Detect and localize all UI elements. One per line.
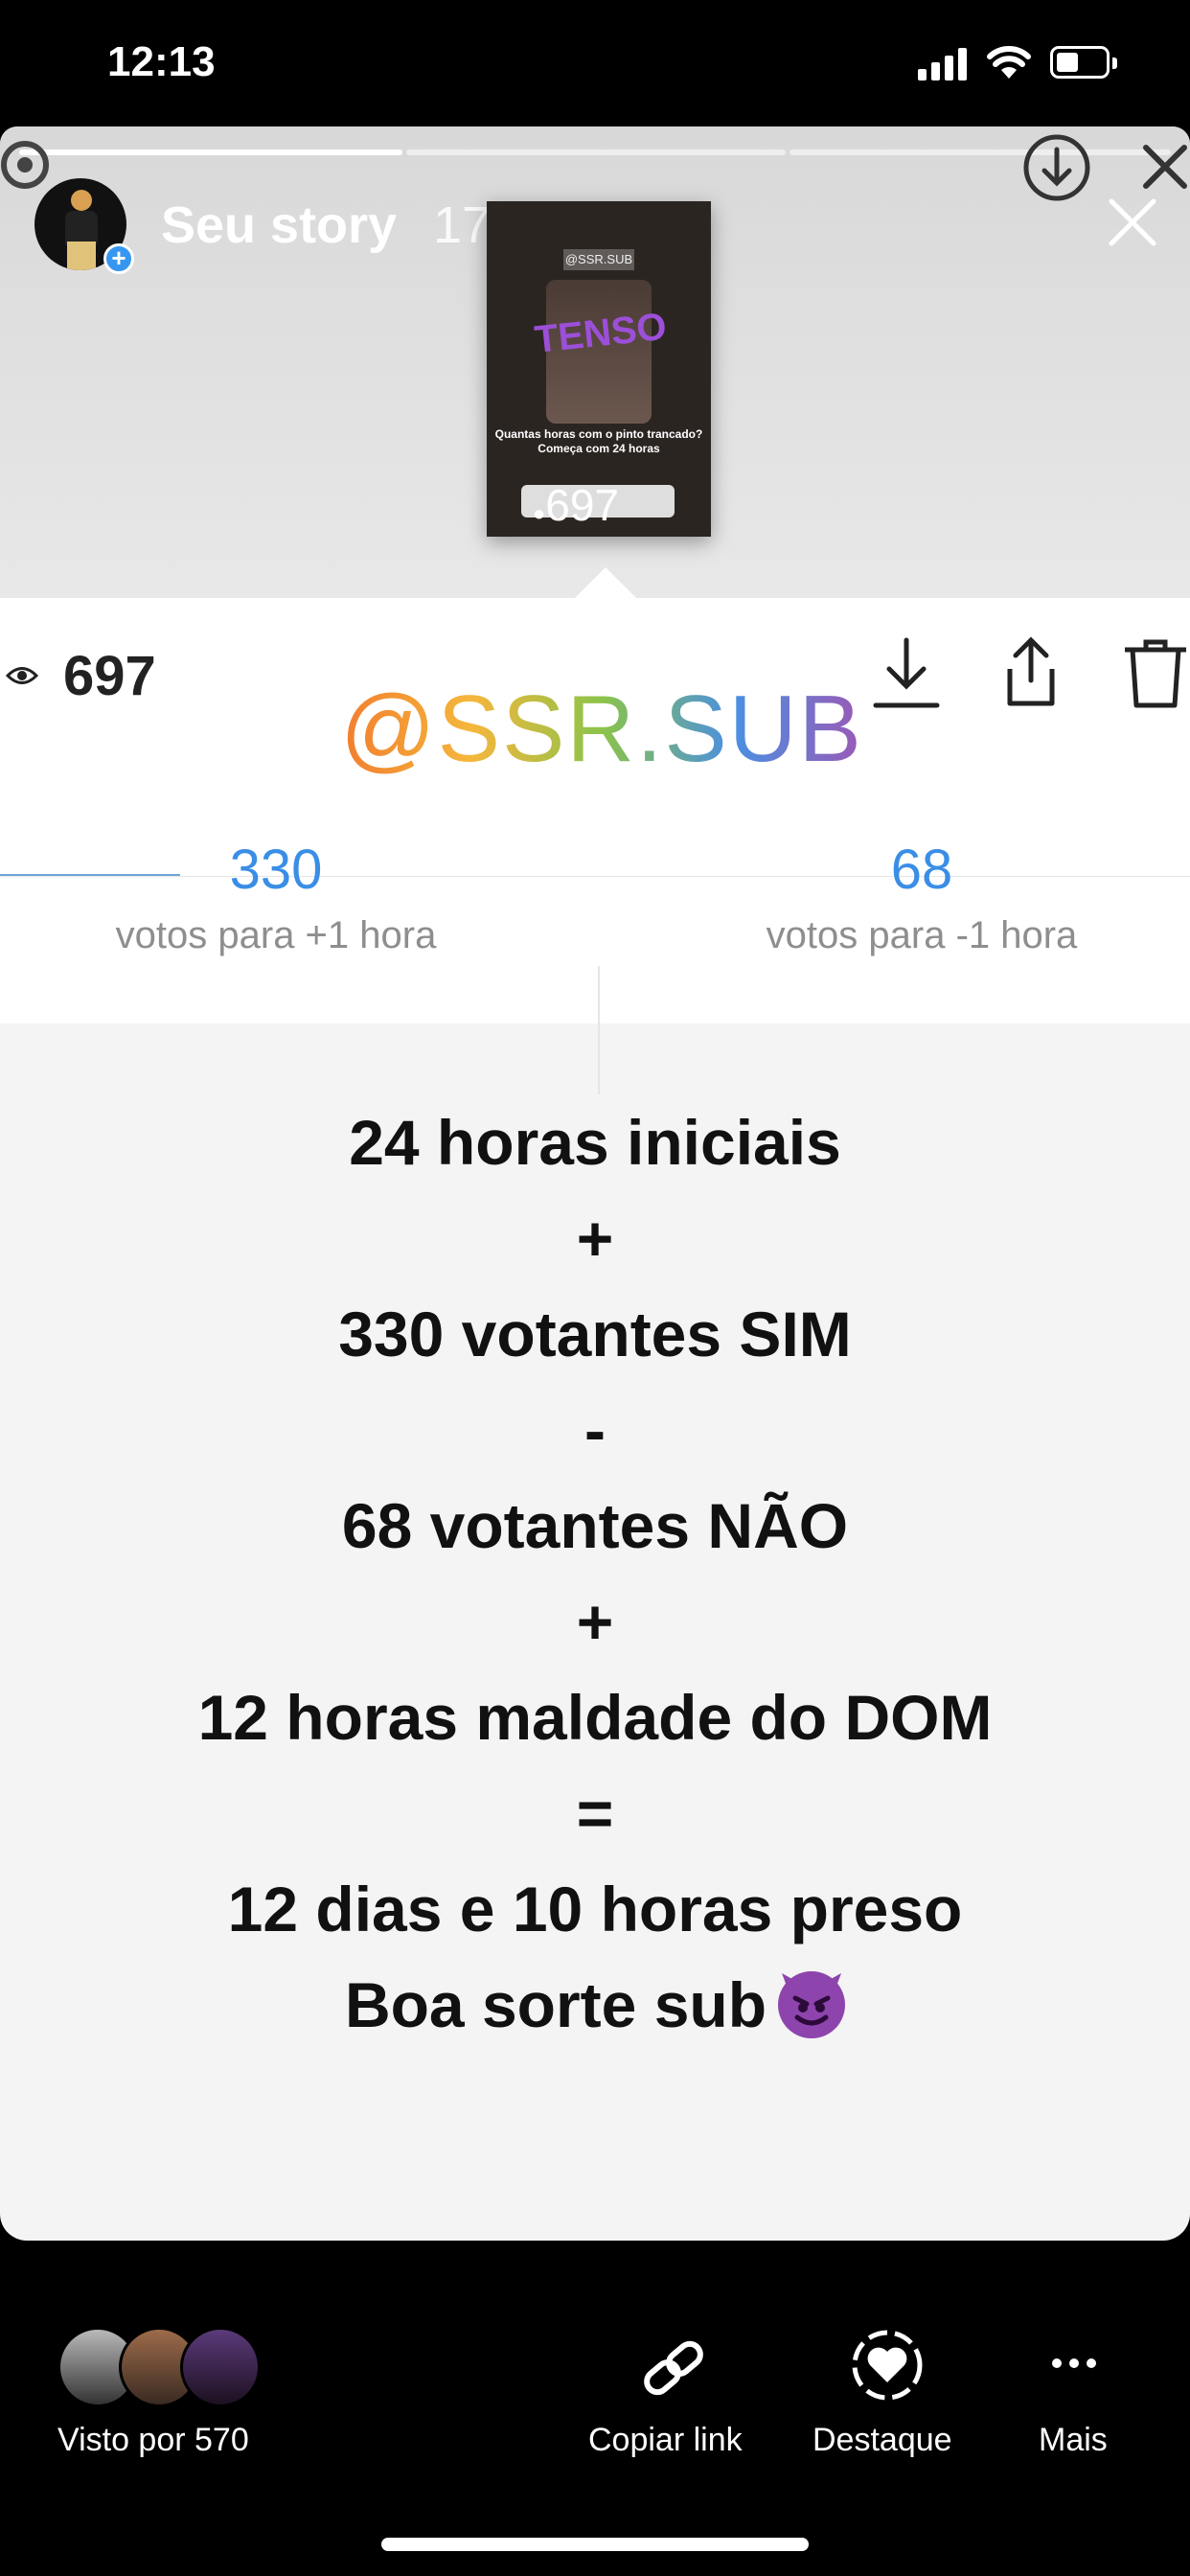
copy-link-button[interactable]: Copiar link	[588, 2422, 743, 2459]
story-text-line: 12 dias e 10 horas preso	[227, 1874, 963, 1944]
story-text-line: Boa sorte sub	[344, 1969, 767, 2040]
story-progress-bar-2	[406, 150, 786, 155]
poll-option-1-label: votos para +1 hora	[115, 914, 437, 956]
poll-option-1-count: 330	[229, 839, 323, 901]
save-icon[interactable]	[1021, 132, 1092, 203]
highlight-icon[interactable]	[849, 2327, 926, 2404]
story-text-line: +	[576, 1586, 614, 1657]
seen-by-button[interactable]: Visto por 570	[57, 2422, 249, 2459]
poll-divider	[598, 966, 600, 1094]
more-button[interactable]: Mais	[1039, 2422, 1108, 2459]
story-text-line: 68 votantes NÃO	[341, 1490, 849, 1561]
views-count[interactable]: 697	[63, 644, 156, 708]
story-text-line: 12 horas maldade do DOM	[197, 1682, 993, 1753]
battery-icon	[1050, 46, 1119, 80]
story-text-line: 330 votantes SIM	[338, 1299, 852, 1369]
close-icon[interactable]	[1106, 196, 1159, 249]
story-text-line: -	[584, 1394, 606, 1465]
download-icon[interactable]	[872, 634, 941, 711]
cellular-signal-icon	[918, 48, 970, 80]
poll-option-2-count: 68	[890, 839, 953, 901]
thumbnail-pointer	[575, 567, 636, 598]
eye-icon	[6, 667, 38, 684]
link-icon[interactable]	[636, 2334, 711, 2402]
devil-emoji-icon	[778, 1970, 846, 2038]
more-icon[interactable]	[1050, 2354, 1098, 2373]
poll-option-2-label: votos para -1 hora	[766, 914, 1078, 956]
status-time: 12:13	[107, 38, 216, 85]
thumbnail-views: ●697	[533, 480, 620, 530]
home-indicator[interactable]	[381, 2538, 809, 2551]
highlight-button[interactable]: Destaque	[812, 2422, 952, 2459]
story-card: + Seu story 17h @SSR.SUB TENSO Quantas h…	[0, 126, 1190, 2241]
viewer-avatar-3[interactable]	[180, 2327, 261, 2407]
story-progress-bar-3	[790, 150, 1171, 155]
story-text-block: 24 horas iniciais + 330 votantes SIM - 6…	[0, 1094, 1190, 2053]
share-icon[interactable]	[996, 634, 1065, 711]
thumbnail-question: Quantas horas com o pinto trancado? Come…	[494, 427, 703, 455]
story-text-line: +	[576, 1203, 614, 1274]
add-story-badge-icon[interactable]: +	[103, 243, 134, 274]
delete-icon[interactable]	[1121, 634, 1190, 711]
story-progress-bar-1	[19, 150, 402, 155]
thumbnail-handle: @SSR.SUB	[563, 249, 634, 270]
story-text-last-line: Boa sorte sub	[0, 1957, 1190, 2053]
thumbnail-eye-icon: ●	[533, 501, 546, 525]
story-title: Seu story	[161, 196, 398, 254]
mention-sticker-text: @SSR.SUB	[340, 675, 863, 781]
story-text-line: =	[576, 1778, 614, 1849]
wifi-icon	[987, 46, 1031, 79]
story-thumbnail[interactable]: @SSR.SUB TENSO Quantas horas com o pinto…	[487, 201, 711, 537]
mention-sticker: @SSR.SUB	[340, 671, 861, 786]
story-text-line: 24 horas iniciais	[349, 1107, 841, 1178]
close-icon-back[interactable]	[1140, 142, 1190, 192]
